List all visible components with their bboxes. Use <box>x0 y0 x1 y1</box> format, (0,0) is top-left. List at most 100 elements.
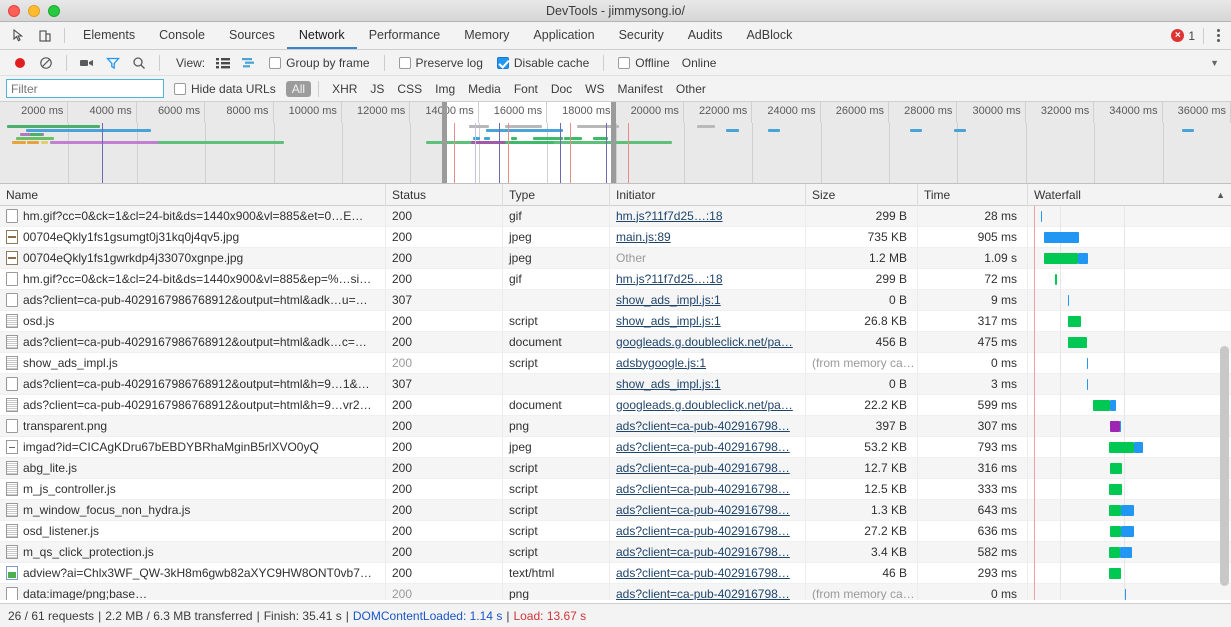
filter-type-media[interactable]: Media <box>462 81 507 97</box>
initiator-link[interactable]: ads?client=ca-pub-402916798… <box>616 584 805 601</box>
table-row[interactable]: 00704eQkly1fs1gsumgt0j31kq0j4qv5.jpg200j… <box>0 227 1231 248</box>
filter-funnel-icon[interactable] <box>101 52 125 74</box>
waterfall-bar[interactable] <box>1120 421 1121 432</box>
table-row[interactable]: m_js_controller.js200scriptads?client=ca… <box>0 479 1231 500</box>
filter-type-doc[interactable]: Doc <box>545 81 578 97</box>
filter-input[interactable] <box>6 79 164 98</box>
initiator-link[interactable]: ads?client=ca-pub-402916798… <box>616 500 805 521</box>
waterfall-bar[interactable] <box>1068 337 1087 348</box>
table-row[interactable]: show_ads_impl.js200scriptadsbygoogle.js:… <box>0 353 1231 374</box>
waterfall-bar[interactable] <box>1109 442 1134 453</box>
filter-type-ws[interactable]: WS <box>579 81 610 97</box>
filter-type-img[interactable]: Img <box>429 81 461 97</box>
initiator-link[interactable]: show_ads_impl.js:1 <box>616 311 805 332</box>
table-row[interactable]: osd.js200scriptshow_ads_impl.js:126.8 KB… <box>0 311 1231 332</box>
vertical-scrollbar[interactable] <box>1220 346 1229 586</box>
initiator-link[interactable]: ads?client=ca-pub-402916798… <box>616 563 805 584</box>
initiator-link[interactable]: ads?client=ca-pub-402916798… <box>616 416 805 437</box>
clear-button[interactable] <box>34 52 58 74</box>
waterfall-bar[interactable] <box>1093 400 1110 411</box>
table-row[interactable]: hm.gif?cc=0&ck=1&cl=24-bit&ds=1440x900&v… <box>0 269 1231 290</box>
table-row[interactable]: ads?client=ca-pub-4029167986768912&outpu… <box>0 374 1231 395</box>
tab-memory[interactable]: Memory <box>452 22 521 49</box>
tab-sources[interactable]: Sources <box>217 22 287 49</box>
table-row[interactable]: ads?client=ca-pub-4029167986768912&outpu… <box>0 290 1231 311</box>
table-row[interactable]: m_window_focus_non_hydra.js200scriptads?… <box>0 500 1231 521</box>
filter-type-manifest[interactable]: Manifest <box>612 81 669 97</box>
waterfall-bar[interactable] <box>1068 316 1081 327</box>
waterfall-bar[interactable] <box>1068 295 1069 306</box>
waterfall-bar[interactable] <box>1109 505 1121 516</box>
table-row[interactable]: ads?client=ca-pub-4029167986768912&outpu… <box>0 395 1231 416</box>
initiator-link[interactable]: ads?client=ca-pub-402916798… <box>616 458 805 479</box>
initiator-link[interactable]: main.js:89 <box>616 227 805 248</box>
more-options-icon[interactable] <box>1212 29 1225 42</box>
error-count-badge[interactable]: × 1 <box>1171 29 1195 43</box>
waterfall-bar[interactable] <box>1087 358 1088 369</box>
waterfall-bar[interactable] <box>1110 463 1122 474</box>
hide-data-urls-checkbox[interactable]: Hide data URLs <box>174 82 276 96</box>
initiator-link[interactable]: show_ads_impl.js:1 <box>616 374 805 395</box>
offline-checkbox[interactable]: Offline <box>618 56 669 70</box>
initiator-link[interactable]: googleads.g.doubleclick.net/pa… <box>616 332 805 353</box>
waterfall-bar[interactable] <box>1110 400 1116 411</box>
column-header-status[interactable]: Status <box>386 184 503 206</box>
column-header-size[interactable]: Size <box>806 184 918 206</box>
waterfall-bar[interactable] <box>1121 505 1134 516</box>
screenshot-camera-icon[interactable] <box>75 52 99 74</box>
table-row[interactable]: abg_lite.js200scriptads?client=ca-pub-40… <box>0 458 1231 479</box>
waterfall-bar[interactable] <box>1110 421 1119 432</box>
table-row[interactable]: imgad?id=CICAgKDru67bEBDYBRhaMginB5rlXVO… <box>0 437 1231 458</box>
overview-selection-right-handle[interactable] <box>611 102 616 183</box>
filter-type-xhr[interactable]: XHR <box>326 81 363 97</box>
waterfall-view-icon[interactable] <box>237 52 261 74</box>
table-row[interactable]: transparent.png200pngads?client=ca-pub-4… <box>0 416 1231 437</box>
initiator-link[interactable]: ads?client=ca-pub-402916798… <box>616 437 805 458</box>
tab-security[interactable]: Security <box>607 22 676 49</box>
filter-type-all[interactable]: All <box>286 81 311 97</box>
waterfall-bar[interactable] <box>1109 547 1120 558</box>
waterfall-bar[interactable] <box>1120 547 1131 558</box>
table-row[interactable]: 00704eQkly1fs1gwrkdp4j33070xgnpe.jpg200j… <box>0 248 1231 269</box>
requests-table-body[interactable]: hm.gif?cc=0&ck=1&cl=24-bit&ds=1440x900&v… <box>0 206 1231 600</box>
network-overview-timeline[interactable]: 2000 ms4000 ms6000 ms8000 ms10000 ms1200… <box>0 102 1231 184</box>
tab-console[interactable]: Console <box>147 22 217 49</box>
initiator-link[interactable]: adsbygoogle.js:1 <box>616 353 805 374</box>
column-header-initiator[interactable]: Initiator <box>610 184 806 206</box>
table-row[interactable]: data:image/png;base…200pngads?client=ca-… <box>0 584 1231 600</box>
device-toolbar-icon[interactable] <box>32 22 58 49</box>
tab-network[interactable]: Network <box>287 22 357 49</box>
waterfall-bar[interactable] <box>1078 253 1088 264</box>
tab-adblock[interactable]: AdBlock <box>734 22 804 49</box>
waterfall-bar[interactable] <box>1121 526 1134 537</box>
list-view-icon[interactable] <box>211 52 235 74</box>
search-icon[interactable] <box>127 52 151 74</box>
initiator-link[interactable]: show_ads_impl.js:1 <box>616 290 805 311</box>
waterfall-bar[interactable] <box>1041 211 1042 222</box>
sort-arrow-icon[interactable]: ▲ <box>1216 184 1225 206</box>
table-row[interactable]: osd_listener.js200scriptads?client=ca-pu… <box>0 521 1231 542</box>
tab-application[interactable]: Application <box>521 22 606 49</box>
initiator-link[interactable]: hm.js?11f7d25…:18 <box>616 269 805 290</box>
column-header-waterfall[interactable]: Waterfall▲ <box>1028 184 1231 206</box>
group-by-frame-checkbox[interactable]: Group by frame <box>269 56 369 70</box>
waterfall-bar[interactable] <box>1055 274 1057 285</box>
record-button[interactable] <box>8 52 32 74</box>
column-header-name[interactable]: Name <box>0 184 386 206</box>
chevron-down-icon[interactable]: ▼ <box>1210 58 1219 68</box>
table-row[interactable]: hm.gif?cc=0&ck=1&cl=24-bit&ds=1440x900&v… <box>0 206 1231 227</box>
waterfall-bar[interactable] <box>1110 526 1121 537</box>
throttling-value[interactable]: Online <box>682 56 717 70</box>
waterfall-bar[interactable] <box>1044 232 1080 243</box>
column-header-time[interactable]: Time <box>918 184 1028 206</box>
waterfall-bar[interactable] <box>1044 253 1079 264</box>
filter-type-other[interactable]: Other <box>670 81 712 97</box>
initiator-link[interactable]: ads?client=ca-pub-402916798… <box>616 479 805 500</box>
waterfall-bar[interactable] <box>1109 484 1122 495</box>
waterfall-bar[interactable] <box>1134 442 1143 453</box>
waterfall-bar[interactable] <box>1109 568 1120 579</box>
tab-elements[interactable]: Elements <box>71 22 147 49</box>
tab-audits[interactable]: Audits <box>676 22 735 49</box>
waterfall-bar[interactable] <box>1125 589 1126 600</box>
filter-type-css[interactable]: CSS <box>391 81 428 97</box>
